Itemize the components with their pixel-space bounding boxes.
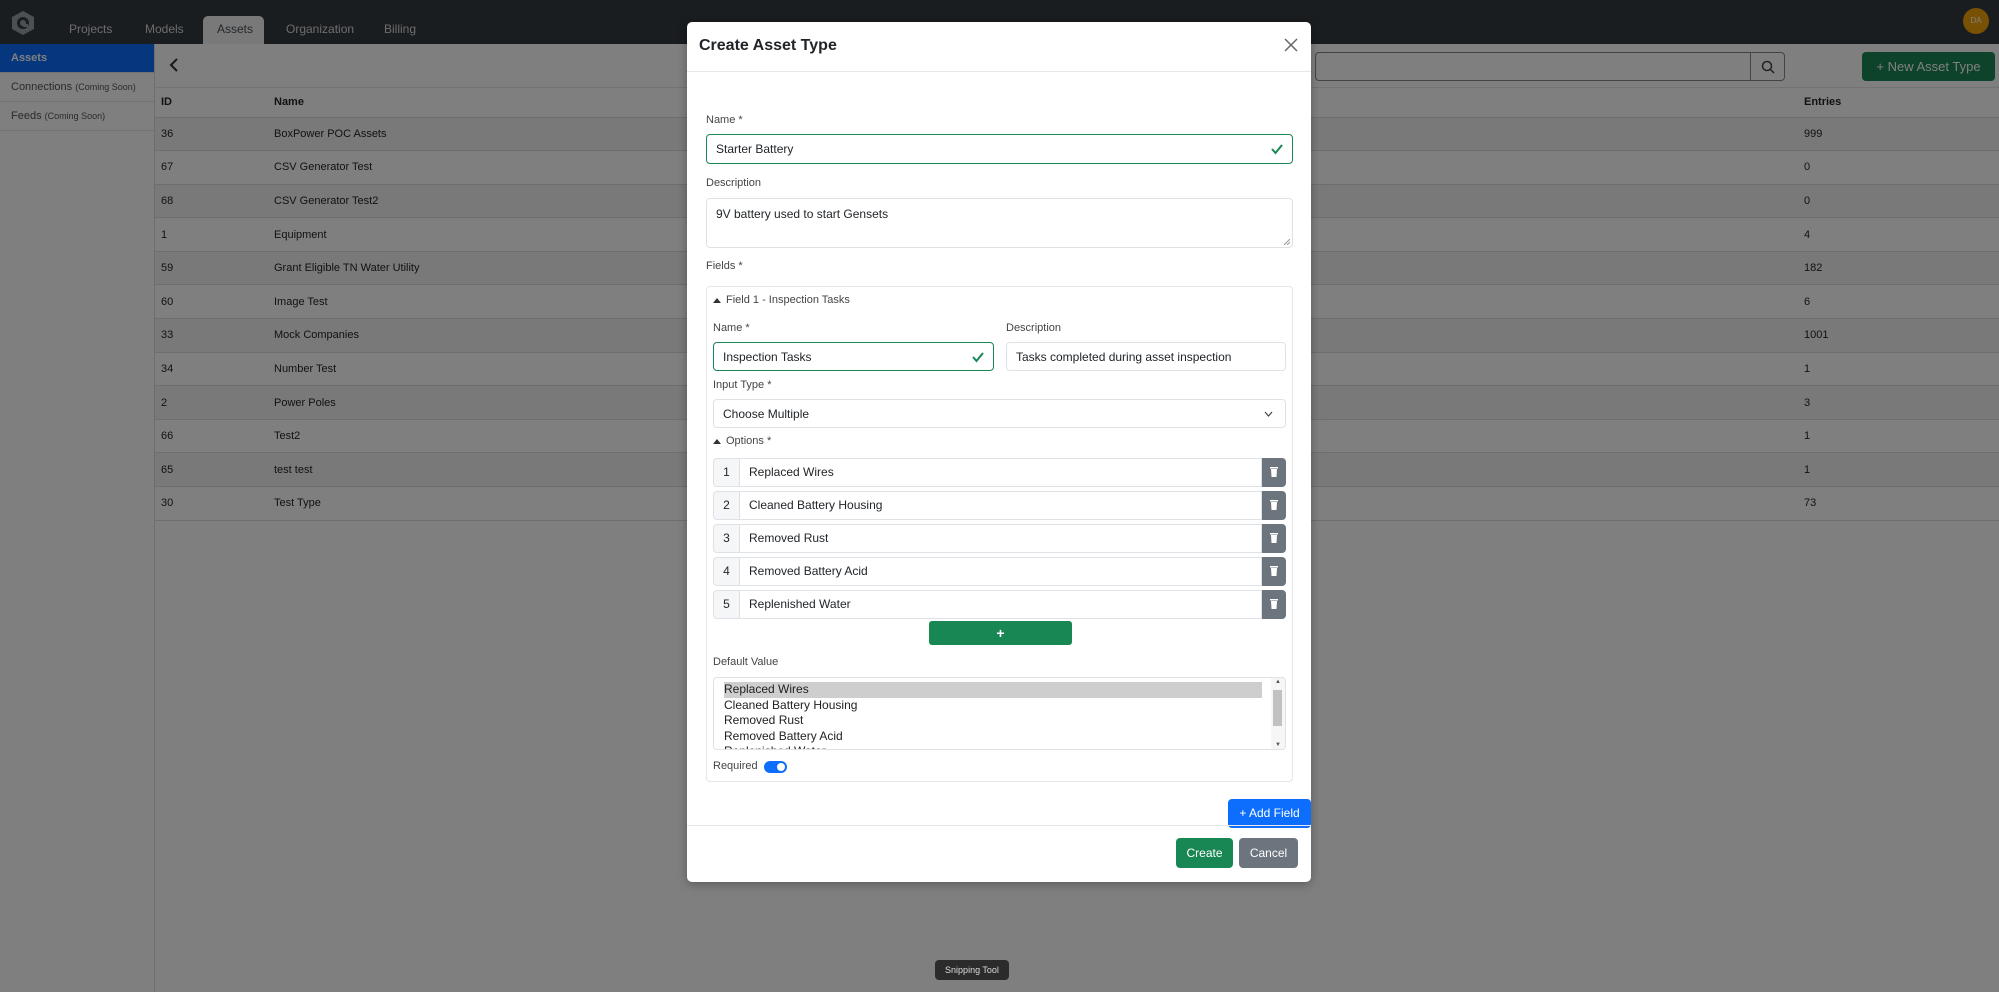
option-number: 4 xyxy=(713,557,739,586)
modal-header: Create Asset Type xyxy=(687,22,1311,72)
modal-footer: Create Cancel xyxy=(687,825,1311,882)
modal-title: Create Asset Type xyxy=(699,37,837,54)
default-option[interactable]: Removed Battery Acid xyxy=(714,729,1262,745)
field-description-label: Description xyxy=(1006,322,1062,334)
default-option[interactable]: Removed Rust xyxy=(714,713,1262,729)
asset-description-textarea[interactable]: 9V battery used to start Gensets xyxy=(706,198,1293,248)
default-option[interactable]: Replenished Water xyxy=(714,744,1262,749)
scroll-down-arrow-icon[interactable]: ▼ xyxy=(1275,742,1281,748)
option-number: 1 xyxy=(713,458,739,487)
input-type-value: Choose Multiple xyxy=(723,406,810,421)
create-button[interactable]: Create xyxy=(1176,838,1233,868)
asset-name-input[interactable]: Starter Battery xyxy=(706,134,1293,164)
option-input[interactable]: Replaced Wires xyxy=(739,458,1262,487)
delete-option-button[interactable] xyxy=(1262,557,1286,586)
option-row: 5 Replenished Water xyxy=(713,590,1286,619)
default-option[interactable]: Cleaned Battery Housing xyxy=(714,698,1262,714)
chevron-down-icon xyxy=(1264,411,1273,417)
default-value-label: Default Value xyxy=(713,656,779,668)
default-value-listbox[interactable]: Replaced Wires Cleaned Battery Housing Rem… xyxy=(713,677,1286,750)
trash-icon xyxy=(1270,597,1278,612)
delete-option-button[interactable] xyxy=(1262,458,1286,487)
field-description-value: Tasks completed during asset inspection xyxy=(1016,349,1232,364)
field-name-label: Name * xyxy=(713,322,750,334)
field-name-value: Inspection Tasks xyxy=(723,349,812,364)
field-header: Field 1 - Inspection Tasks xyxy=(726,294,850,306)
snipping-tool-tooltip: Snipping Tool xyxy=(935,960,1009,980)
option-input[interactable]: Removed Rust xyxy=(739,524,1262,553)
trash-icon xyxy=(1270,531,1278,546)
field-description-input[interactable]: Tasks completed during asset inspection xyxy=(1006,342,1286,371)
resize-handle-icon[interactable] xyxy=(1284,239,1290,245)
default-option[interactable]: Replaced Wires xyxy=(724,682,1262,698)
input-type-select[interactable]: Choose Multiple xyxy=(713,399,1286,428)
valid-check-icon xyxy=(972,351,984,363)
delete-option-button[interactable] xyxy=(1262,491,1286,520)
option-number: 5 xyxy=(713,590,739,619)
option-row: 3 Removed Rust xyxy=(713,524,1286,553)
trash-icon xyxy=(1270,498,1278,513)
option-row: 1 Replaced Wires xyxy=(713,458,1286,487)
option-input[interactable]: Cleaned Battery Housing xyxy=(739,491,1262,520)
field-card: Field 1 - Inspection Tasks Name * Inspec… xyxy=(706,286,1293,782)
options-collapse-toggle[interactable]: Options * xyxy=(713,435,771,447)
create-asset-type-modal: Create Asset Type Name * Starter Battery… xyxy=(687,22,1311,882)
caret-up-icon xyxy=(713,297,721,303)
option-row: 2 Cleaned Battery Housing xyxy=(713,491,1286,520)
caret-up-icon xyxy=(713,438,721,444)
name-label: Name * xyxy=(706,114,743,126)
required-label: Required xyxy=(713,760,758,772)
close-icon[interactable] xyxy=(1281,35,1301,55)
option-number: 3 xyxy=(713,524,739,553)
fields-label: Fields * xyxy=(706,260,743,272)
cancel-button[interactable]: Cancel xyxy=(1239,838,1298,868)
scroll-up-arrow-icon[interactable]: ▲ xyxy=(1275,679,1281,685)
asset-name-value: Starter Battery xyxy=(716,142,794,156)
options-label: Options * xyxy=(726,435,772,447)
required-toggle[interactable] xyxy=(764,761,787,773)
input-type-label: Input Type * xyxy=(713,379,772,391)
option-input[interactable]: Removed Battery Acid xyxy=(739,557,1262,586)
toggle-knob xyxy=(777,763,785,771)
add-option-button[interactable]: + xyxy=(929,621,1072,645)
scrollbar-thumb[interactable] xyxy=(1273,690,1282,726)
option-row: 4 Removed Battery Acid xyxy=(713,557,1286,586)
description-label: Description xyxy=(706,177,762,189)
option-input[interactable]: Replenished Water xyxy=(739,590,1262,619)
trash-icon xyxy=(1270,465,1278,480)
delete-option-button[interactable] xyxy=(1262,524,1286,553)
field-name-input[interactable]: Inspection Tasks xyxy=(713,342,994,371)
option-number: 2 xyxy=(713,491,739,520)
valid-check-icon xyxy=(1271,144,1283,155)
listbox-scrollbar[interactable]: ▲ ▼ xyxy=(1271,678,1285,749)
add-field-button[interactable]: + Add Field xyxy=(1228,799,1311,828)
default-options: Replaced Wires Cleaned Battery Housing Rem… xyxy=(714,682,1285,749)
asset-description-value: 9V battery used to start Gensets xyxy=(716,207,889,221)
delete-option-button[interactable] xyxy=(1262,590,1286,619)
field-collapse-toggle[interactable]: Field 1 - Inspection Tasks xyxy=(713,294,850,306)
trash-icon xyxy=(1270,564,1278,579)
